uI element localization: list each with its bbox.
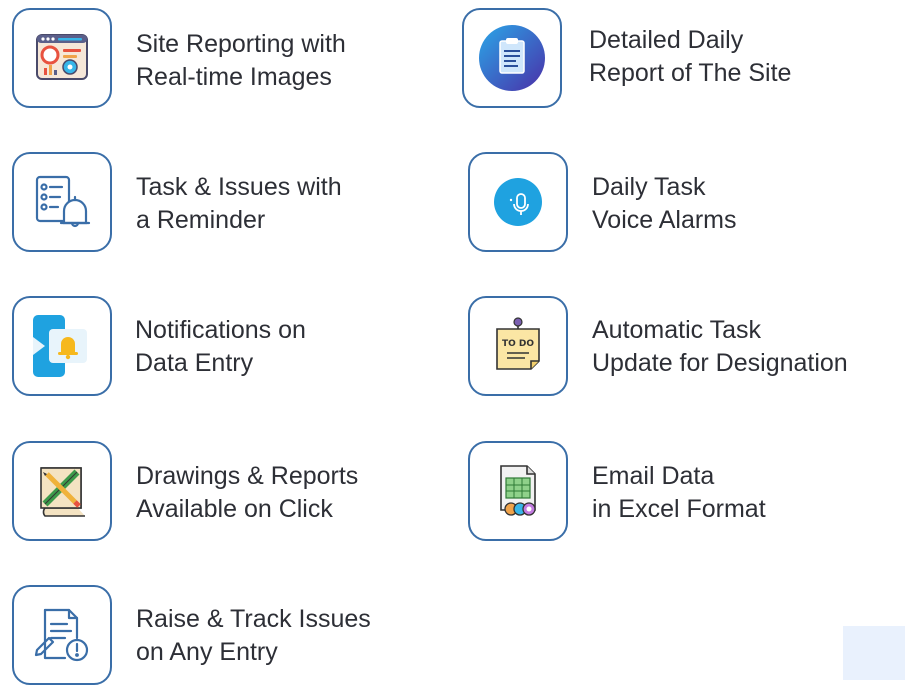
- feature-label: Email Data in Excel Format: [592, 460, 766, 526]
- feature-label: Raise & Track Issues on Any Entry: [136, 603, 371, 669]
- feature-label-line1: Automatic Task: [592, 316, 762, 344]
- feature-label-line1: Task & Issues with: [136, 173, 342, 201]
- checklist-bell-icon: [12, 152, 112, 252]
- feature-label-line1: Raise & Track Issues: [136, 605, 371, 633]
- feature-label-line1: Detailed Daily: [589, 26, 744, 54]
- corner-decoration: [843, 626, 905, 680]
- feature-label-line1: Email Data: [592, 462, 715, 490]
- feature-label-line1: Notifications on: [135, 316, 306, 344]
- feature-label: Drawings & Reports Available on Click: [136, 460, 358, 526]
- microphone-icon: [468, 152, 568, 252]
- feature-label: Automatic Task Update for Designation: [592, 314, 848, 380]
- feature-label: Detailed Daily Report of The Site: [589, 24, 791, 90]
- feature-label: Site Reporting with Real-time Images: [136, 28, 346, 94]
- feature-label-line2: Real-time Images: [136, 63, 332, 91]
- blueprint-tools-icon: [12, 441, 112, 541]
- feature-label-line2: Available on Click: [136, 495, 333, 523]
- todo-note-icon: TO DO: [468, 296, 568, 396]
- todo-text: TO DO: [502, 339, 534, 349]
- feature-label: Daily Task Voice Alarms: [592, 171, 737, 237]
- document-alert-icon: [12, 585, 112, 685]
- feature-label-line1: Daily Task: [592, 173, 706, 201]
- spreadsheet-icon: [468, 441, 568, 541]
- dashboard-report-icon: [12, 8, 112, 108]
- feature-label-line1: Drawings & Reports: [136, 462, 359, 490]
- clipboard-report-icon: [462, 8, 562, 108]
- feature-label-line2: on Any Entry: [136, 638, 278, 666]
- feature-label-line1: Site Reporting with: [136, 30, 346, 58]
- feature-label-line2: in Excel Format: [592, 495, 766, 523]
- feature-label-line2: Data Entry: [135, 349, 254, 377]
- feature-label-line2: Report of The Site: [589, 59, 792, 87]
- feature-label-line2: a Reminder: [136, 206, 266, 234]
- feature-label: Task & Issues with a Reminder: [136, 171, 342, 237]
- feature-label: Notifications on Data Entry: [135, 314, 306, 380]
- feature-label-line2: Update for Designation: [592, 349, 848, 377]
- feature-label-line2: Voice Alarms: [592, 206, 737, 234]
- phone-notification-icon: [12, 296, 112, 396]
